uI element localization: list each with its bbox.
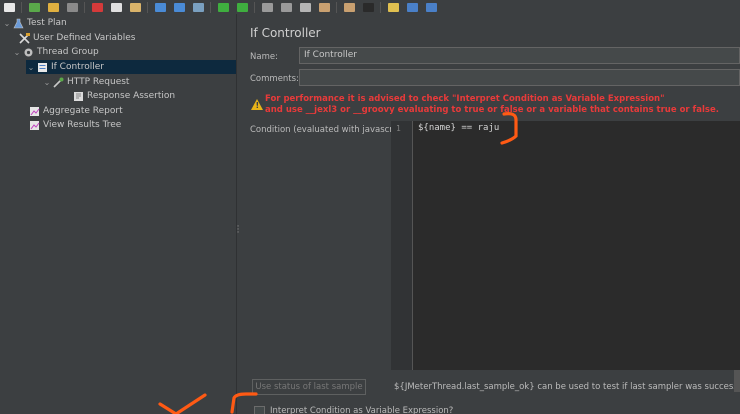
search-icon-glyph <box>362 2 374 12</box>
assertion-icon <box>72 90 84 102</box>
collapse-arrow-icon[interactable]: ⌄ <box>26 63 36 72</box>
toolbar-separator <box>254 1 255 13</box>
remote-icon-glyph <box>299 2 311 12</box>
use-status-button[interactable]: Use status of last sample <box>252 379 366 395</box>
chart-icon <box>28 119 40 131</box>
toggle-icon[interactable] <box>191 1 205 13</box>
copy-icon-glyph <box>110 2 122 12</box>
collapse-arrow-icon[interactable]: ⌄ <box>42 78 52 87</box>
open-icon-glyph <box>47 2 59 12</box>
toolbar-separator <box>84 1 85 13</box>
tree-node-response-assertion[interactable]: Response Assertion <box>72 89 175 103</box>
toolbar-separator <box>210 1 211 13</box>
collapse-arrow-icon[interactable]: ⌄ <box>2 19 12 28</box>
performance-warning: For performance it is advised to check "… <box>265 94 735 116</box>
name-field[interactable]: If Controller <box>299 47 740 64</box>
gear-icon <box>22 46 34 58</box>
tree-node-http-request[interactable]: ⌄ HTTP Request <box>42 75 129 89</box>
stop-icon[interactable] <box>260 1 274 13</box>
tree-node-label: User Defined Variables <box>33 33 136 43</box>
toolbar-separator <box>147 1 148 13</box>
collapse-icon[interactable] <box>172 1 186 13</box>
tree-node-label: HTTP Request <box>67 77 130 87</box>
clear-icon-glyph <box>318 2 330 12</box>
main-toolbar <box>0 0 740 14</box>
controller-icon <box>36 61 48 73</box>
tree-node-user-defined-variables[interactable]: User Defined Variables <box>18 31 135 45</box>
clear-all-icon-glyph <box>343 2 355 12</box>
tree-node-if-controller[interactable]: ⌄ If Controller <box>26 60 236 74</box>
help-icon[interactable] <box>424 1 438 13</box>
tools-icon <box>18 32 30 44</box>
tree-node-label: If Controller <box>51 62 104 72</box>
function-helper-icon-glyph <box>406 2 418 12</box>
cut-icon[interactable] <box>90 1 104 13</box>
reset-search-icon[interactable] <box>386 1 400 13</box>
scrollbar[interactable] <box>734 370 740 392</box>
reset-search-icon-glyph <box>387 2 399 12</box>
chart-icon <box>28 105 40 117</box>
toggle-icon-glyph <box>192 2 204 12</box>
function-helper-icon[interactable] <box>405 1 419 13</box>
tree-node-label: Thread Group <box>37 47 99 57</box>
search-icon[interactable] <box>361 1 375 13</box>
start-no-pauses-icon-glyph <box>236 2 248 12</box>
toolbar-separator <box>380 1 381 13</box>
start-no-pauses-icon[interactable] <box>235 1 249 13</box>
new-icon-glyph <box>3 2 15 12</box>
comments-field[interactable] <box>299 69 740 86</box>
tree-node-aggregate-report[interactable]: Aggregate Report <box>28 104 123 118</box>
start-icon[interactable] <box>216 1 230 13</box>
name-label: Name: <box>250 52 278 62</box>
tree-node-label: Aggregate Report <box>43 106 123 116</box>
flask-icon <box>12 17 24 29</box>
toolbar-separator <box>21 1 22 13</box>
test-plan-tree: ⌄ Test Plan User Defined Variables ⌄ Thr… <box>0 14 236 414</box>
copy-icon[interactable] <box>109 1 123 13</box>
shutdown-icon-glyph <box>280 2 292 12</box>
comments-label: Comments: <box>250 74 299 84</box>
tree-node-thread-group[interactable]: ⌄ Thread Group <box>12 45 99 59</box>
clear-icon[interactable] <box>317 1 331 13</box>
condition-label: Condition (evaluated with javascript) <box>250 125 408 135</box>
save-icon-glyph <box>66 2 78 12</box>
new-icon[interactable] <box>2 1 16 13</box>
if-controller-panel: If Controller Name: If Controller Commen… <box>240 14 740 414</box>
warning-line-1: For performance it is advised to check "… <box>265 94 665 104</box>
templates-icon[interactable] <box>27 1 41 13</box>
save-icon[interactable] <box>65 1 79 13</box>
expand-icon[interactable] <box>153 1 167 13</box>
stop-icon-glyph <box>261 2 273 12</box>
clear-all-icon[interactable] <box>342 1 356 13</box>
warning-icon <box>251 99 263 110</box>
open-icon[interactable] <box>46 1 60 13</box>
condition-code[interactable]: ${name} == raju <box>418 123 499 133</box>
templates-icon-glyph <box>28 2 40 12</box>
collapse-icon-glyph <box>173 2 185 12</box>
line-number: 1 <box>396 124 401 133</box>
paste-icon[interactable] <box>128 1 142 13</box>
tree-node-label: Test Plan <box>27 18 67 28</box>
tree-node-label: View Results Tree <box>43 120 122 130</box>
collapse-arrow-icon[interactable]: ⌄ <box>12 48 22 57</box>
interpret-condition-checkbox[interactable] <box>254 406 265 414</box>
tree-node-view-results-tree[interactable]: View Results Tree <box>28 118 121 132</box>
pipette-icon <box>52 76 64 88</box>
help-icon-glyph <box>425 2 437 12</box>
remote-icon[interactable] <box>298 1 312 13</box>
condition-editor[interactable]: 1 ${name} == raju <box>391 121 740 370</box>
shutdown-icon[interactable] <box>279 1 293 13</box>
page-title: If Controller <box>250 26 321 40</box>
paste-icon-glyph <box>129 2 141 12</box>
tree-node-test-plan[interactable]: ⌄ Test Plan <box>2 16 67 30</box>
cut-icon-glyph <box>91 2 103 12</box>
toolbar-separator <box>336 1 337 13</box>
start-icon-glyph <box>217 2 229 12</box>
warning-line-2: and use __jexl3 or __groovy evaluating t… <box>265 105 719 115</box>
last-sample-hint: ${JMeterThread.last_sample_ok} can be us… <box>394 382 740 392</box>
line-gutter: 1 <box>391 121 413 370</box>
expand-icon-glyph <box>154 2 166 12</box>
tree-node-label: Response Assertion <box>87 91 176 101</box>
interpret-condition-label: Interpret Condition as Variable Expressi… <box>270 406 454 414</box>
